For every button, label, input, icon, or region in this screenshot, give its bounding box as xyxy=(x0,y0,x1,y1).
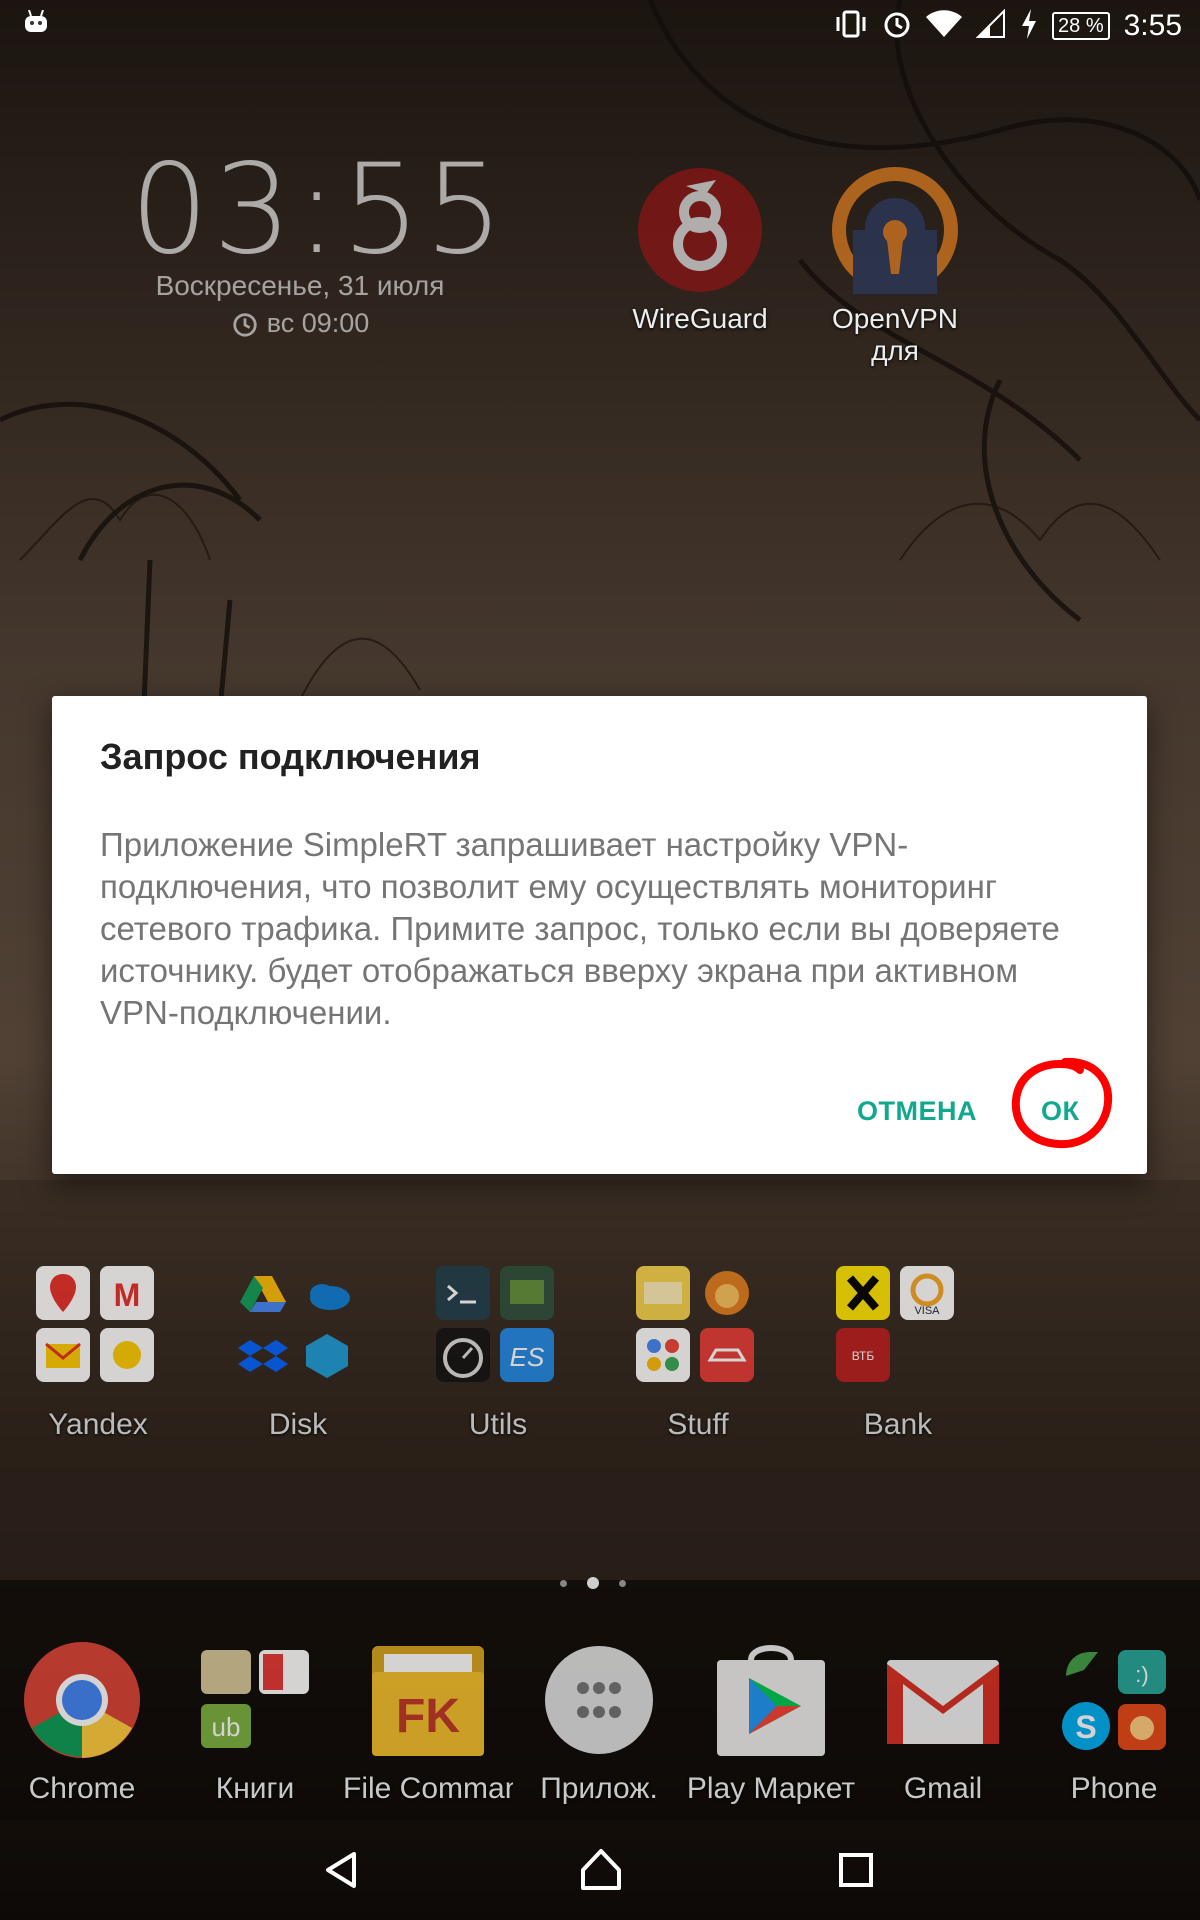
wireguard-app[interactable]: WireGuard xyxy=(610,166,790,335)
page-dot xyxy=(560,1579,567,1587)
svg-text:FK: FK xyxy=(396,1690,460,1743)
wifi-icon xyxy=(926,9,963,44)
page-indicator xyxy=(560,1577,626,1589)
app-label: OpenVPN для xyxy=(831,303,959,366)
status-bar: 28 % 3:55 xyxy=(0,0,1200,50)
vibrate-icon xyxy=(834,9,868,44)
alarm-clock-icon xyxy=(233,312,257,337)
folder-icons: M xyxy=(28,1258,168,1398)
svg-text:VISA: VISA xyxy=(914,1305,940,1317)
next-alarm: вс 09:00 xyxy=(130,308,470,339)
folder-icons xyxy=(228,1258,368,1398)
folder-stuff[interactable]: Stuff xyxy=(608,1258,788,1442)
dock-label: Книги xyxy=(215,1772,295,1805)
signal-icon xyxy=(975,8,1006,44)
back-icon[interactable] xyxy=(322,1850,362,1895)
gmail-icon xyxy=(883,1640,1003,1760)
alarm-time: вс 09:00 xyxy=(266,308,370,338)
svg-text:S: S xyxy=(1075,1709,1096,1745)
dock-play-market[interactable]: Play Маркет xyxy=(686,1640,856,1806)
phone-folder-icon: :) S xyxy=(1054,1640,1174,1760)
svg-text::): :) xyxy=(1135,1662,1148,1687)
dock-gmail[interactable]: Gmail xyxy=(858,1640,1028,1806)
folder-label: Disk xyxy=(268,1408,328,1441)
svg-text:ES: ES xyxy=(510,1342,545,1372)
cancel-button[interactable]: ОТМЕНА xyxy=(857,1096,977,1127)
svg-text:M: M xyxy=(114,1277,141,1313)
folder-yandex[interactable]: M Yandex xyxy=(8,1258,188,1442)
folder-label: Bank xyxy=(863,1408,933,1441)
home-icon[interactable] xyxy=(579,1848,623,1897)
play-market-icon xyxy=(711,1640,831,1760)
charging-icon xyxy=(1020,8,1038,44)
android-icon xyxy=(22,9,50,39)
svg-text:ВТБ: ВТБ xyxy=(852,1349,875,1363)
folder-label: Utils xyxy=(468,1408,528,1441)
wireguard-icon xyxy=(638,168,762,292)
alarm-icon xyxy=(882,9,912,44)
recents-icon[interactable] xyxy=(838,1852,874,1893)
folder-disk[interactable]: Disk xyxy=(208,1258,388,1442)
clock-time: 03:55 xyxy=(130,138,508,282)
folder-icons: ES xyxy=(428,1258,568,1398)
highlight-circle-annotation xyxy=(1011,1057,1113,1149)
folder-icons: VISA ВТБ xyxy=(828,1258,968,1398)
openvpn-icon xyxy=(832,167,958,294)
navigation-bar xyxy=(0,1820,1200,1920)
clock-widget[interactable]: 03:55 Воскресенье, 31 июля вс 09:00 xyxy=(130,138,508,339)
dock-label: Прилож. xyxy=(540,1772,658,1805)
page-dot xyxy=(619,1579,626,1587)
folder-label: Yandex xyxy=(48,1408,148,1441)
file-commander-icon: FK xyxy=(368,1640,488,1760)
folder-icons xyxy=(628,1258,768,1398)
dock-app-drawer[interactable]: Прилож. xyxy=(514,1640,684,1806)
dock-label: Gmail xyxy=(903,1772,983,1805)
openvpn-app[interactable]: OpenVPN для xyxy=(805,166,985,367)
chrome-icon xyxy=(22,1640,142,1760)
dock-label: Play Маркет xyxy=(686,1772,856,1805)
battery-percent: 28 % xyxy=(1052,12,1110,40)
app-drawer-icon xyxy=(539,1640,659,1760)
vpn-connection-dialog: Запрос подключения Приложение SimpleRT з… xyxy=(52,696,1147,1174)
folder-bank[interactable]: VISA ВТБ Bank xyxy=(808,1258,988,1442)
dock-phone-folder[interactable]: :) S Phone xyxy=(1029,1640,1199,1806)
app-label: WireGuard xyxy=(632,303,768,334)
dock-books-folder[interactable]: ub Книги xyxy=(170,1640,340,1806)
folder-label: Stuff xyxy=(667,1408,729,1441)
svg-text:ub: ub xyxy=(212,1712,241,1742)
dock-chrome[interactable]: Chrome xyxy=(0,1640,167,1806)
books-folder-icon: ub xyxy=(195,1640,315,1760)
page-dot-active xyxy=(587,1577,599,1589)
folder-utils[interactable]: ES Utils xyxy=(408,1258,588,1442)
battery-icon: 28 % xyxy=(1052,12,1110,40)
clock-date: Воскресенье, 31 июля xyxy=(155,270,445,301)
status-time: 3:55 xyxy=(1123,9,1182,42)
dock-label: File Comman xyxy=(343,1772,513,1805)
dock-label: Chrome xyxy=(28,1772,136,1805)
dialog-message: Приложение SimpleRT запрашивает настройк… xyxy=(100,826,1060,1031)
dock-file-commander[interactable]: FK File Comman xyxy=(343,1640,513,1806)
dock-label: Phone xyxy=(1070,1772,1158,1805)
dialog-title: Запрос подключения xyxy=(100,736,481,777)
